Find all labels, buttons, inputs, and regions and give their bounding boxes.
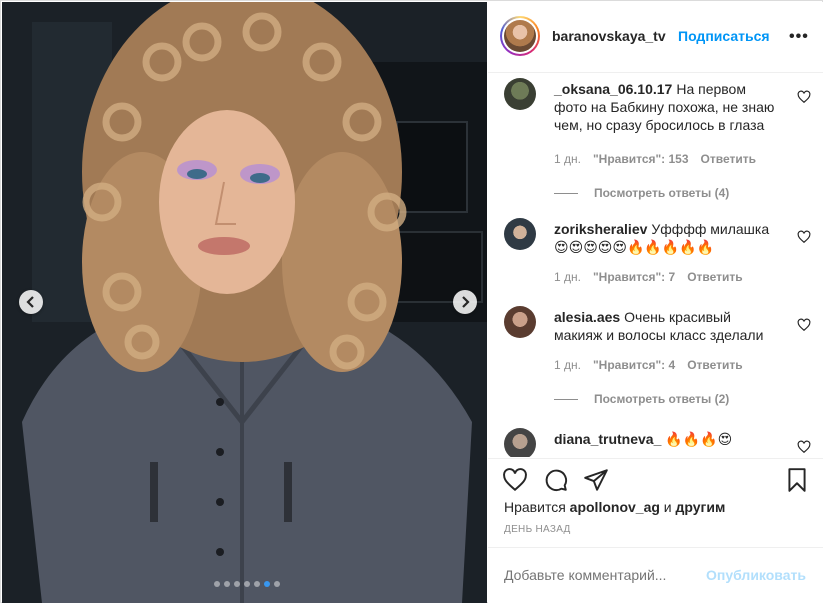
add-comment-bar: Опубликовать [488,547,823,603]
view-replies-button[interactable]: Посмотреть ответы (4) [554,186,729,200]
carousel-dot [234,581,240,587]
carousel-dot [224,581,230,587]
post-actions [488,458,823,494]
comment-text-block: zoriksheraliev Уфффф милашка 😍😍😍😍😍🔥🔥🔥🔥🔥 [554,220,778,256]
author-avatar[interactable] [500,16,540,56]
comment-username[interactable]: alesia.aes [554,309,620,325]
publish-button[interactable]: Опубликовать [706,567,806,583]
post-photo[interactable] [2,2,487,603]
chevron-left-icon [26,296,34,308]
comment-likes[interactable]: "Нравится": 7 [593,270,675,284]
comment-username[interactable]: _oksana_06.10.17 [554,81,672,97]
heart-icon[interactable] [797,440,811,454]
view-replies-label: Посмотреть ответы (4) [594,186,730,200]
comment-age: 1 дн. [554,358,581,372]
comment-text-block: alesia.aes Очень красивый макияж и волосы… [554,308,778,344]
view-replies-button[interactable]: Посмотреть ответы (2) [554,392,729,406]
carousel-dot [264,581,270,587]
liked-by-and: и [663,499,672,515]
commenter-avatar[interactable] [504,78,536,110]
photo-illustration [2,2,487,603]
comments-list: _oksana_06.10.17 На первом фото на Бабкин… [488,74,823,457]
liked-by-prefix: Нравится [504,499,566,515]
author-username[interactable]: baranovskaya_tv [552,28,666,44]
divider-line [554,398,578,400]
carousel-dot [274,581,280,587]
commenter-avatar[interactable] [504,218,536,250]
post-header: baranovskaya_tv Подписаться ••• [488,2,823,73]
comment-input[interactable] [504,567,714,583]
reply-button[interactable]: Ответить [687,270,742,284]
carousel-dot [244,581,250,587]
comment-age: 1 дн. [554,270,581,284]
view-replies-label: Посмотреть ответы (2) [594,392,730,406]
liked-by-others[interactable]: другим [676,499,726,515]
comment-text-block: _oksana_06.10.17 На первом фото на Бабкин… [554,80,778,134]
comment-meta: 1 дн. "Нравится": 153 Ответить [554,152,756,166]
comment-age: 1 дн. [554,152,581,166]
carousel-prev-button[interactable] [19,290,43,314]
commenter-avatar[interactable] [504,428,536,457]
divider-line [554,192,578,194]
carousel-dot [254,581,260,587]
liked-by-user[interactable]: apollonov_ag [570,499,660,515]
chevron-right-icon [462,296,470,308]
comment-likes[interactable]: "Нравится": 153 [593,152,689,166]
heart-icon[interactable] [797,90,811,104]
carousel-dot [214,581,220,587]
carousel-next-button[interactable] [453,290,477,314]
heart-icon[interactable] [797,230,811,244]
liked-by-line: Нравится apollonov_ag и другим [504,499,725,515]
share-plane-icon[interactable] [583,467,609,493]
comment-meta: 1 дн. "Нравится": 7 Ответить [554,270,743,284]
comment-text: 🔥🔥🔥😍 [665,431,733,447]
comment-likes[interactable]: "Нравится": 4 [593,358,675,372]
reply-button[interactable]: Ответить [701,152,756,166]
comment-meta: 1 дн. "Нравится": 4 Ответить [554,358,743,372]
comment-bubble-icon[interactable] [543,467,569,493]
commenter-avatar[interactable] [504,306,536,338]
like-heart-icon[interactable] [502,467,528,493]
comment-username[interactable]: zoriksheraliev [554,221,647,237]
reply-button[interactable]: Ответить [687,358,742,372]
post-date: ДЕНЬ НАЗАД [504,524,571,535]
post-dialog: baranovskaya_tv Подписаться ••• _oksana_… [0,0,823,603]
comment-text-block: diana_trutneva_ 🔥🔥🔥😍 [554,430,778,448]
more-options-icon[interactable]: ••• [789,28,809,46]
follow-button[interactable]: Подписаться [678,28,770,44]
comment-username[interactable]: diana_trutneva_ [554,431,661,447]
post-sidebar: baranovskaya_tv Подписаться ••• _oksana_… [488,2,823,603]
heart-icon[interactable] [797,318,811,332]
bookmark-icon[interactable] [784,467,810,493]
carousel-indicator [214,581,280,587]
